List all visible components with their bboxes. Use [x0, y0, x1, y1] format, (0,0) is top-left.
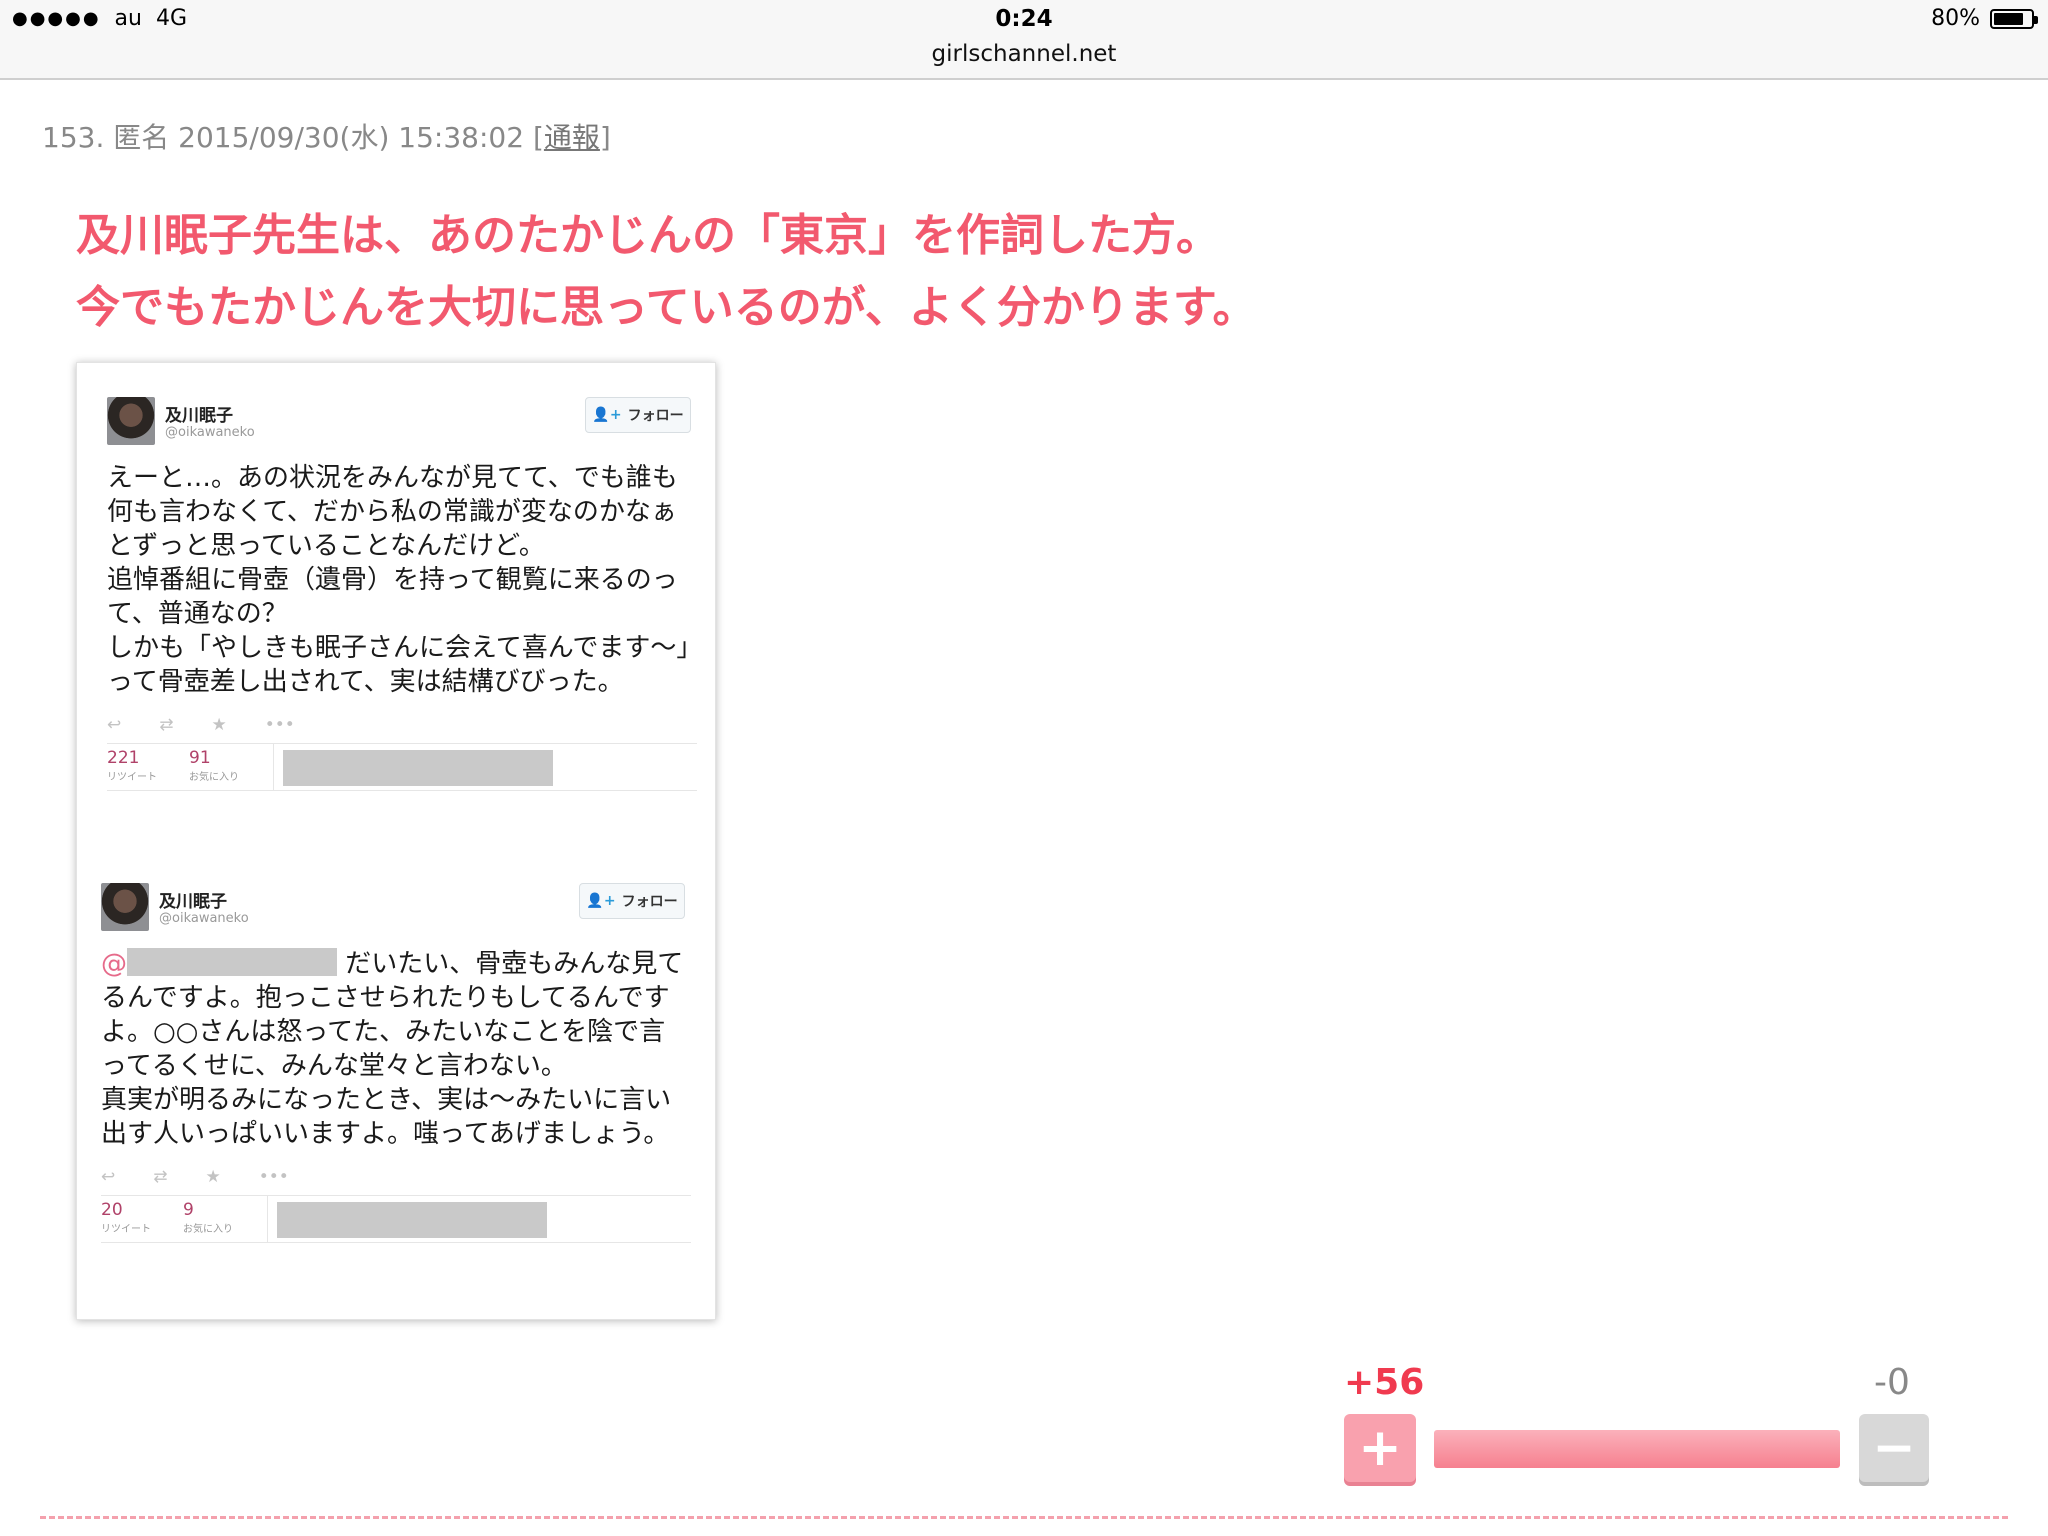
- comment-number: 153.: [42, 121, 105, 154]
- favorite-label: お気に入り: [189, 772, 239, 783]
- tweet-screenshot-image[interactable]: 及川眠子 @oikawaneko 👤+ フォロー えーと…。あの状況をみんなが見…: [76, 362, 716, 1320]
- status-bar: ●●●●● au 4G 0:24 girlschannel.net 80%: [0, 0, 2048, 80]
- avatar: [101, 883, 149, 931]
- favorite-icon: ★: [211, 715, 227, 735]
- report-link[interactable]: 通報: [544, 121, 600, 154]
- status-right: 80%: [1931, 6, 2038, 31]
- favorite-stat: 9 お気に入り: [183, 1200, 233, 1235]
- retweet-stat: 221 リツイート: [107, 748, 157, 783]
- tweet-body: だいたい、骨壺もみんな見てるんですよ。抱っこさせられたりもしてるんですよ。○○さ…: [101, 949, 684, 1149]
- tweet-actions: ↩ ⇄ ★ •••: [107, 711, 697, 739]
- battery-icon: [1990, 8, 2038, 29]
- avatar: [107, 397, 155, 445]
- follow-icon: 👤+: [586, 893, 616, 909]
- follow-label: フォロー: [621, 894, 678, 910]
- plus-vote-button[interactable]: +: [1344, 1414, 1416, 1482]
- battery-percent: 80%: [1931, 6, 1980, 31]
- follow-button: 👤+ フォロー: [585, 397, 691, 433]
- favorite-stat: 91 お気に入り: [189, 748, 239, 783]
- report-bracket-open: [: [532, 121, 544, 154]
- stat-divider: [273, 744, 274, 790]
- reply-icon: ↩: [101, 1167, 116, 1187]
- clock: 0:24: [995, 6, 1053, 32]
- tweet-author-handle: @oikawaneko: [165, 425, 255, 440]
- tweet-author-name: 及川眠子: [159, 892, 227, 912]
- report-bracket-close: ]: [599, 121, 611, 154]
- retweet-label: リツイート: [107, 772, 157, 783]
- address-bar-url[interactable]: girlschannel.net: [0, 41, 2048, 67]
- comment-meta: 153. 匿名 2015/09/30(水) 15:38:02 [通報]: [42, 116, 611, 156]
- retweet-label: リツイート: [101, 1224, 151, 1235]
- minus-vote-count: -0: [1874, 1362, 1910, 1403]
- tweet-text: えーと…。あの状況をみんなが見てて、でも誰も何も言わなくて、だから私の常識が変な…: [107, 463, 690, 697]
- tweet-author-name: 及川眠子: [165, 406, 233, 426]
- reply-icon: ↩: [107, 715, 122, 735]
- retweet-icon: ⇄: [159, 715, 174, 735]
- favorite-label: お気に入り: [183, 1224, 233, 1235]
- plus-vote-count: +56: [1344, 1362, 1425, 1403]
- retweet-icon: ⇄: [153, 1167, 168, 1187]
- mention: @: [101, 949, 127, 979]
- comment-datetime: 2015/09/30(水) 15:38:02: [178, 121, 525, 154]
- minus-vote-button[interactable]: −: [1859, 1414, 1929, 1482]
- redacted-area: [283, 750, 553, 786]
- retweet-count: 221: [107, 748, 140, 768]
- plus-icon: +: [1358, 1418, 1402, 1478]
- vote-ratio-fill: [1434, 1430, 1840, 1468]
- tweet-stats: 20 リツイート 9 お気に入り: [101, 1195, 691, 1243]
- battery-level: [1994, 12, 2023, 25]
- minus-icon: −: [1872, 1418, 1916, 1478]
- tweet-actions: ↩ ⇄ ★ •••: [101, 1163, 691, 1191]
- favorite-count: 9: [183, 1200, 194, 1220]
- tweet-2: 及川眠子 @oikawaneko 👤+ フォロー @ だいたい、骨壺もみんな見て…: [101, 883, 691, 1243]
- stat-divider: [267, 1196, 268, 1242]
- favorite-count: 91: [189, 748, 211, 768]
- tweet-author-handle: @oikawaneko: [159, 911, 249, 926]
- tweet-1: 及川眠子 @oikawaneko 👤+ フォロー えーと…。あの状況をみんなが見…: [107, 397, 697, 791]
- retweet-stat: 20 リツイート: [101, 1200, 151, 1235]
- follow-button: 👤+ フォロー: [579, 883, 685, 919]
- comment-divider: [40, 1516, 2008, 1519]
- tweet-header: 及川眠子 @oikawaneko 👤+ フォロー: [107, 397, 697, 453]
- more-icon: •••: [258, 1167, 289, 1187]
- tweet-header: 及川眠子 @oikawaneko 👤+ フォロー: [101, 883, 691, 939]
- retweet-count: 20: [101, 1200, 123, 1220]
- comment-author: 匿名: [113, 121, 170, 154]
- vote-ratio-bar: [1434, 1430, 1840, 1468]
- follow-label: フォロー: [627, 408, 684, 424]
- redacted-username: [127, 948, 337, 976]
- tweet-text: @ だいたい、骨壺もみんな見てるんですよ。抱っこさせられたりもしてるんですよ。○…: [101, 947, 691, 1151]
- more-icon: •••: [264, 715, 295, 735]
- comment-line-1: 及川眠子先生は、あのたかじんの「東京」を作詞した方。: [76, 210, 1220, 261]
- favorite-icon: ★: [205, 1167, 221, 1187]
- comment-body: 及川眠子先生は、あのたかじんの「東京」を作詞した方。 今でもたかじんを大切に思っ…: [76, 200, 1676, 344]
- follow-icon: 👤+: [592, 407, 622, 423]
- redacted-area: [277, 1202, 547, 1238]
- comment-line-2: 今でもたかじんを大切に思っているのが、よく分かります。: [76, 282, 1257, 333]
- tweet-stats: 221 リツイート 91 お気に入り: [107, 743, 697, 791]
